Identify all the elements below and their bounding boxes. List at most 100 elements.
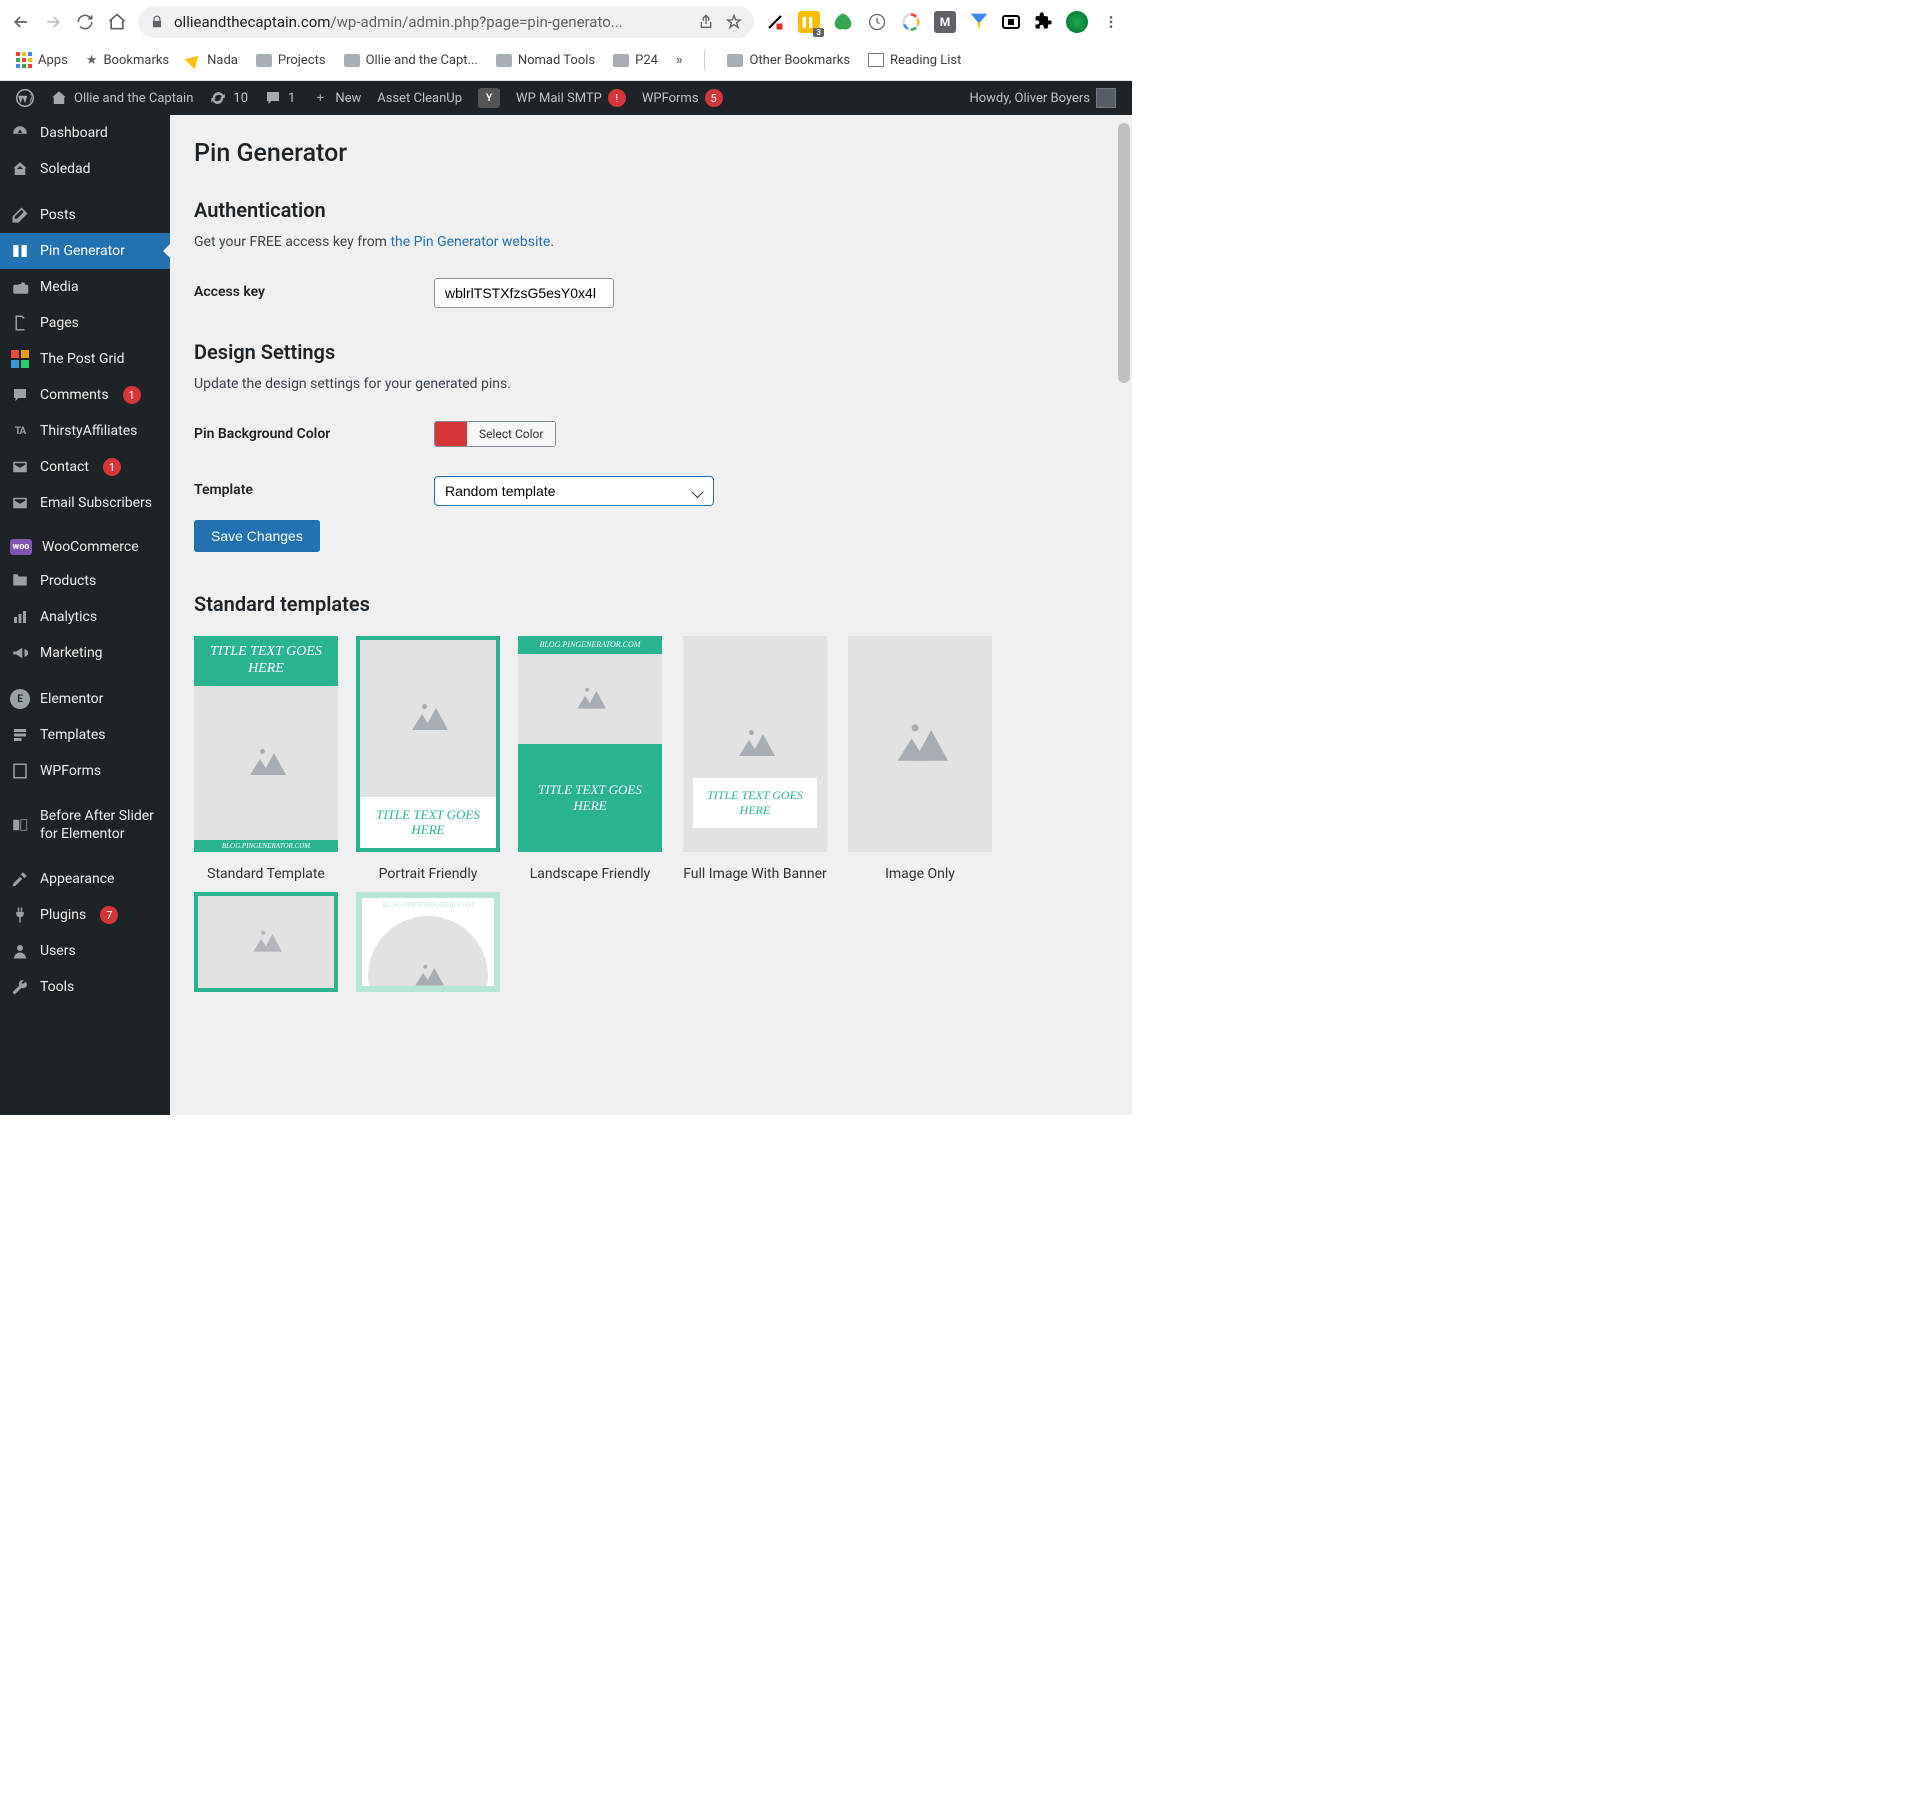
auth-heading: Authentication: [194, 198, 1108, 222]
sidebar-item-users[interactable]: Users: [0, 933, 170, 969]
sidebar-item-before-after[interactable]: Before After Slider for Elementor: [0, 799, 170, 851]
access-key-label: Access key: [194, 264, 424, 322]
image-placeholder-icon: [253, 932, 279, 951]
image-placeholder-icon: [739, 732, 771, 756]
sidebar-item-appearance[interactable]: Appearance: [0, 861, 170, 897]
reload-icon[interactable]: [74, 11, 96, 33]
ext-icon[interactable]: ▌▌3: [798, 11, 820, 33]
star-icon[interactable]: [726, 14, 742, 30]
templates-grid: TITLE TEXT GOES HERE BLOG.PINGENERATOR.C…: [194, 636, 1108, 882]
ext-icon[interactable]: [832, 11, 854, 33]
wpforms[interactable]: WPForms5: [634, 81, 731, 115]
image-placeholder-icon: [250, 751, 282, 775]
divider: [704, 50, 705, 70]
comments[interactable]: 1: [256, 81, 303, 115]
asset-cleanup[interactable]: Asset CleanUp: [369, 81, 470, 115]
image-placeholder-icon: [577, 689, 603, 708]
ext-icon[interactable]: [968, 11, 990, 33]
site-name[interactable]: Ollie and the Captain: [42, 81, 201, 115]
back-icon[interactable]: [10, 11, 32, 33]
auth-text: Get your FREE access key from the Pin Ge…: [194, 234, 1108, 250]
home-icon[interactable]: [106, 11, 128, 33]
forward-icon: [42, 11, 64, 33]
sidebar-item-email-subscribers[interactable]: Email Subscribers: [0, 485, 170, 521]
lock-icon: [150, 15, 164, 29]
template-card-full-banner[interactable]: TITLE TEXT GOES HERE: [683, 636, 827, 852]
sidebar-item-wpforms[interactable]: WPForms: [0, 753, 170, 789]
template-card-row2-b[interactable]: BLOG.PINGENERATOR.COM: [356, 892, 500, 992]
wp-admin-menu: Dashboard Soledad Posts Pin Generator Me…: [0, 115, 170, 1115]
sidebar-item-elementor[interactable]: EElementor: [0, 681, 170, 717]
share-icon[interactable]: [698, 14, 714, 30]
wp-mail-smtp[interactable]: WP Mail SMTP!: [508, 81, 634, 115]
template-name: Full Image With Banner: [683, 866, 827, 882]
template-card-landscape[interactable]: BLOG.PINGENERATOR.COM TITLE TEXT GOES HE…: [518, 636, 662, 852]
address-bar[interactable]: ollieandthecaptain.com/wp-admin/admin.ph…: [138, 6, 754, 38]
pin-generator-link[interactable]: the Pin Generator website: [390, 234, 550, 250]
bookmarks-bar: Apps ★Bookmarks Nada Projects Ollie and …: [0, 44, 1132, 81]
template-card-portrait[interactable]: TITLE TEXT GOES HERE: [356, 636, 500, 852]
design-heading: Design Settings: [194, 340, 1108, 364]
bg-color-label: Pin Background Color: [194, 406, 424, 462]
bookmark-item[interactable]: ★Bookmarks: [86, 53, 169, 68]
access-key-input[interactable]: [434, 278, 614, 308]
sidebar-item-contact[interactable]: Contact1: [0, 449, 170, 485]
bookmark-item[interactable]: Nada: [187, 53, 238, 68]
standard-templates-heading: Standard templates: [194, 592, 1108, 616]
color-picker[interactable]: Select Color: [434, 421, 556, 447]
sidebar-item-woocommerce[interactable]: wooWooCommerce: [0, 531, 170, 563]
template-select[interactable]: Random template: [434, 476, 714, 506]
ext-icon[interactable]: [900, 11, 922, 33]
bookmark-folder[interactable]: P24: [613, 53, 658, 68]
bookmark-folder[interactable]: Nomad Tools: [496, 53, 595, 68]
image-placeholder-icon: [898, 727, 943, 761]
ext-icon[interactable]: [764, 11, 786, 33]
save-changes-button[interactable]: Save Changes: [194, 520, 320, 552]
sidebar-item-pages[interactable]: Pages: [0, 305, 170, 341]
template-name: Image Only: [885, 866, 955, 882]
kebab-menu-icon[interactable]: [1100, 11, 1122, 33]
sidebar-item-analytics[interactable]: Analytics: [0, 599, 170, 635]
color-swatch: [435, 422, 467, 446]
apps-button[interactable]: Apps: [16, 52, 68, 68]
bookmark-folder[interactable]: Projects: [256, 53, 326, 68]
template-card-standard[interactable]: TITLE TEXT GOES HERE BLOG.PINGENERATOR.C…: [194, 636, 338, 852]
ext-icon[interactable]: [866, 11, 888, 33]
bookmarks-overflow[interactable]: »: [676, 53, 683, 68]
profile-avatar[interactable]: [1066, 11, 1088, 33]
sidebar-item-plugins[interactable]: Plugins7: [0, 897, 170, 933]
reading-list[interactable]: Reading List: [868, 53, 961, 68]
sidebar-item-posts[interactable]: Posts: [0, 197, 170, 233]
ext-icon[interactable]: [1002, 15, 1020, 29]
extensions-icon[interactable]: [1032, 11, 1054, 33]
sidebar-item-marketing[interactable]: Marketing: [0, 635, 170, 671]
template-name: Landscape Friendly: [530, 866, 651, 882]
sidebar-item-dashboard[interactable]: Dashboard: [0, 115, 170, 151]
sidebar-item-templates[interactable]: Templates: [0, 717, 170, 753]
template-name: Portrait Friendly: [379, 866, 478, 882]
sidebar-item-pin-generator[interactable]: Pin Generator: [0, 233, 170, 269]
sidebar-item-comments[interactable]: Comments1: [0, 377, 170, 413]
sidebar-item-tools[interactable]: Tools: [0, 969, 170, 1005]
page-title: Pin Generator: [194, 125, 1108, 180]
template-card-image-only[interactable]: [848, 636, 992, 852]
sidebar-item-post-grid[interactable]: The Post Grid: [0, 341, 170, 377]
sidebar-item-soledad[interactable]: Soledad: [0, 151, 170, 187]
yoast[interactable]: Y: [470, 81, 508, 115]
updates[interactable]: 10: [201, 81, 256, 115]
bookmark-folder[interactable]: Ollie and the Capt...: [344, 53, 478, 68]
design-text: Update the design settings for your gene…: [194, 376, 1108, 392]
sidebar-item-media[interactable]: Media: [0, 269, 170, 305]
avatar: [1096, 88, 1116, 108]
my-account[interactable]: Howdy, Oliver Boyers: [961, 88, 1124, 108]
scrollbar[interactable]: [1116, 115, 1132, 1115]
wp-logo[interactable]: [8, 81, 42, 115]
template-card-row2-a[interactable]: [194, 892, 338, 992]
other-bookmarks[interactable]: Other Bookmarks: [727, 53, 850, 68]
select-color-button[interactable]: Select Color: [467, 422, 555, 446]
sidebar-item-products[interactable]: Products: [0, 563, 170, 599]
ext-icon[interactable]: M: [934, 11, 956, 33]
sidebar-item-thirsty[interactable]: TAThirstyAffiliates: [0, 413, 170, 449]
url-text: ollieandthecaptain.com/wp-admin/admin.ph…: [174, 13, 623, 31]
new-content[interactable]: +New: [303, 81, 369, 115]
